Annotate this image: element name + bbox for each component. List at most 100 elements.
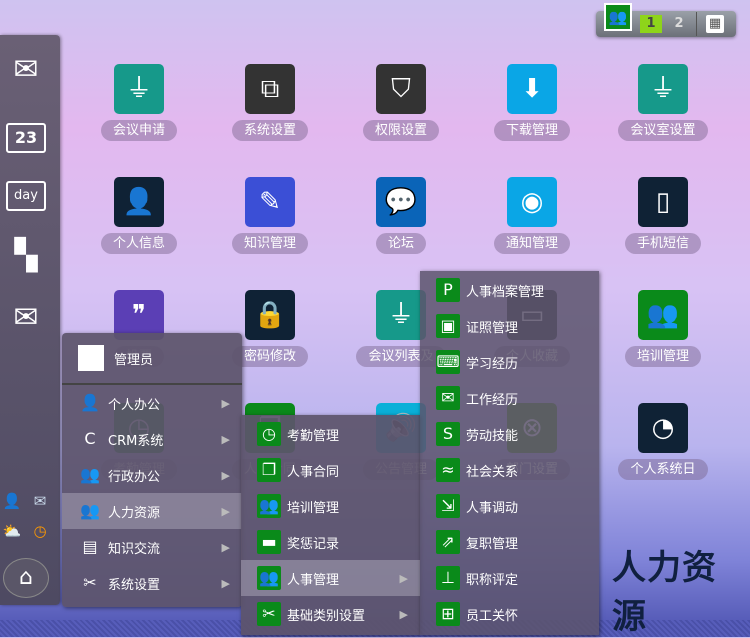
menu-item[interactable]: C CRM系统 ▶ [62, 421, 242, 457]
signal-icon: ◉ [507, 177, 557, 227]
weather-icon[interactable]: ⛅ [2, 521, 22, 541]
home-button[interactable]: ⌂ [3, 558, 49, 598]
menu-item-label: 复职管理 [466, 536, 519, 552]
records-icon: ▬ [257, 530, 281, 554]
users-icon: 👥 [257, 566, 281, 590]
menu-item[interactable]: 👥 人力资源 ▶ [62, 493, 242, 529]
desktop-page-2-button[interactable]: 2 [670, 15, 688, 33]
phone-icon: ▯ [638, 177, 688, 227]
user-header: 管理员 [62, 333, 242, 385]
menu-item[interactable]: ✂ 系统设置 ▶ [62, 565, 242, 601]
app-label: 会议申请 [100, 120, 177, 141]
mail-icon[interactable]: ✉ [6, 53, 46, 87]
menu-item[interactable]: ✉ 工作经历 [420, 380, 599, 416]
menu-item[interactable]: S 劳动技能 [420, 416, 599, 452]
day-icon[interactable]: day [6, 181, 46, 211]
app-plug[interactable]: ⏚ 会议室设置 [608, 64, 718, 141]
chevron-right-icon: ▶ [221, 504, 230, 518]
app-label: 通知管理 [493, 233, 570, 254]
grid-icon[interactable]: ▦ [706, 15, 724, 33]
chevron-right-icon: ▶ [221, 396, 230, 410]
personnel-submenu: P 人事档案管理 ▣ 证照管理 ⌨ 学习经历 ✉ 工作经历 S 劳动技能 ≈ 社会关系 ⇲ 人事调动 ⇗ 复职… [420, 271, 599, 635]
app-settings[interactable]: ⧉ 系统设置 [215, 64, 325, 141]
menu-item-label: 基础类别设置 [287, 608, 366, 624]
menu-item[interactable]: ❐ 人事合同 [241, 452, 420, 488]
menu-item[interactable]: 👥 人事管理 ▶ [241, 560, 420, 596]
pie-icon: ◔ [638, 403, 688, 453]
menu-item[interactable]: ▬ 奖惩记录 [241, 524, 420, 560]
app-signal[interactable]: ◉ 通知管理 [477, 177, 587, 254]
clock-icon: ◷ [257, 422, 281, 446]
chevron-right-icon: ▶ [399, 607, 408, 621]
app-download[interactable]: ⬇ 下载管理 [477, 64, 587, 141]
menu-item[interactable]: 👥 培训管理 [241, 488, 420, 524]
menu-item[interactable]: 👤 个人办公 ▶ [62, 385, 242, 421]
menu-item-label: 学习经历 [466, 356, 519, 372]
menu-item-label: 职称评定 [466, 572, 519, 588]
app-plug[interactable]: ⏚ 会议申请 [84, 64, 194, 141]
skill-icon: S [436, 422, 460, 446]
menu-item[interactable]: ◷ 考勤管理 [241, 416, 420, 452]
app-pie[interactable]: ◔ 个人系统日 [608, 403, 718, 480]
day-label: day [14, 188, 38, 203]
org-chart-icon: ⊥ [436, 566, 460, 590]
user-name: 管理员 [114, 352, 154, 368]
person-icon: 👤 [80, 393, 100, 412]
plug-icon: ⏚ [114, 64, 164, 114]
email-icon[interactable]: ✉ [6, 301, 46, 335]
menu-item-label: 人事档案管理 [466, 284, 545, 300]
calendar-icon[interactable]: 23 [6, 123, 46, 153]
divider [696, 12, 697, 36]
menu-item[interactable]: ⇲ 人事调动 [420, 488, 599, 524]
app-knowledge[interactable]: ✎ 知识管理 [215, 177, 325, 254]
menu-item-label: 知识交流 [108, 541, 161, 557]
settings-icon: ⧉ [245, 64, 295, 114]
app-chat-users[interactable]: 👥 培训管理 [608, 290, 718, 367]
users-icon[interactable]: 👥 [604, 3, 632, 31]
app-label: 个人信息 [100, 233, 177, 254]
menu-item[interactable]: P 人事档案管理 [420, 272, 599, 308]
menu-item[interactable]: ⊞ 员工关怀 [420, 596, 599, 632]
chat-users-icon: 👥 [257, 494, 281, 518]
book-icon: ▤ [82, 537, 98, 556]
archive-icon: P [436, 278, 460, 302]
message-icon[interactable]: ✉ [30, 491, 50, 511]
hr-submenu: ◷ 考勤管理 ❐ 人事合同 👥 培训管理 ▬ 奖惩记录 👥 人事管理 ▶ ✂ 基础类别设置 ▶ [241, 415, 420, 635]
app-person[interactable]: 👤 个人信息 [84, 177, 194, 254]
menu-item[interactable]: ✂ 基础类别设置 ▶ [241, 596, 420, 632]
menu-item-label: 行政办公 [108, 469, 161, 485]
menu-item-label: 培训管理 [287, 500, 340, 516]
crm-icon: C [84, 429, 96, 448]
menu-item[interactable]: ≈ 社会关系 [420, 452, 599, 488]
chevron-right-icon: ▶ [399, 571, 408, 585]
download-icon: ⬇ [507, 64, 557, 114]
avatar [78, 345, 104, 371]
menu-item[interactable]: ⊥ 职称评定 [420, 560, 599, 596]
chevron-right-icon: ▶ [221, 576, 230, 590]
menu-item-label: 人事调动 [466, 500, 519, 516]
app-label: 知识管理 [231, 233, 308, 254]
desktop-page-1-button[interactable]: 1 [640, 15, 662, 33]
start-menu: 管理员 👤 个人办公 ▶ C CRM系统 ▶ 👥 行政办公 ▶ 👥 人力资源 ▶ ▤ 知识交流 ▶ ✂ 系统设置… [62, 333, 242, 607]
app-label: 系统设置 [231, 120, 308, 141]
menu-item[interactable]: ▤ 知识交流 ▶ [62, 529, 242, 565]
app-phone[interactable]: ▯ 手机短信 [608, 177, 718, 254]
chevron-right-icon: ▶ [221, 468, 230, 482]
app-shield[interactable]: ⛉ 权限设置 [346, 64, 456, 141]
app-label: 会议室设置 [618, 120, 708, 141]
menu-item-label: 工作经历 [466, 392, 519, 408]
group-icon: 👥 [80, 465, 100, 484]
contacts-icon[interactable]: 👤 [2, 491, 22, 511]
lock-icon: 🔒 [245, 290, 295, 340]
menu-item-label: 系统设置 [108, 577, 161, 593]
menu-item-label: 人力资源 [108, 505, 161, 521]
add-widget-icon[interactable]: ▚ [6, 239, 46, 273]
app-forum[interactable]: 💬 论坛 [346, 177, 456, 254]
menu-item[interactable]: ⇗ 复职管理 [420, 524, 599, 560]
users-icon: 👥 [80, 501, 100, 520]
menu-item[interactable]: ⌨ 学习经历 [420, 344, 599, 380]
clock-icon[interactable]: ◷ [30, 521, 50, 541]
menu-item[interactable]: 👥 行政办公 ▶ [62, 457, 242, 493]
chevron-right-icon: ▶ [221, 540, 230, 554]
menu-item[interactable]: ▣ 证照管理 [420, 308, 599, 344]
